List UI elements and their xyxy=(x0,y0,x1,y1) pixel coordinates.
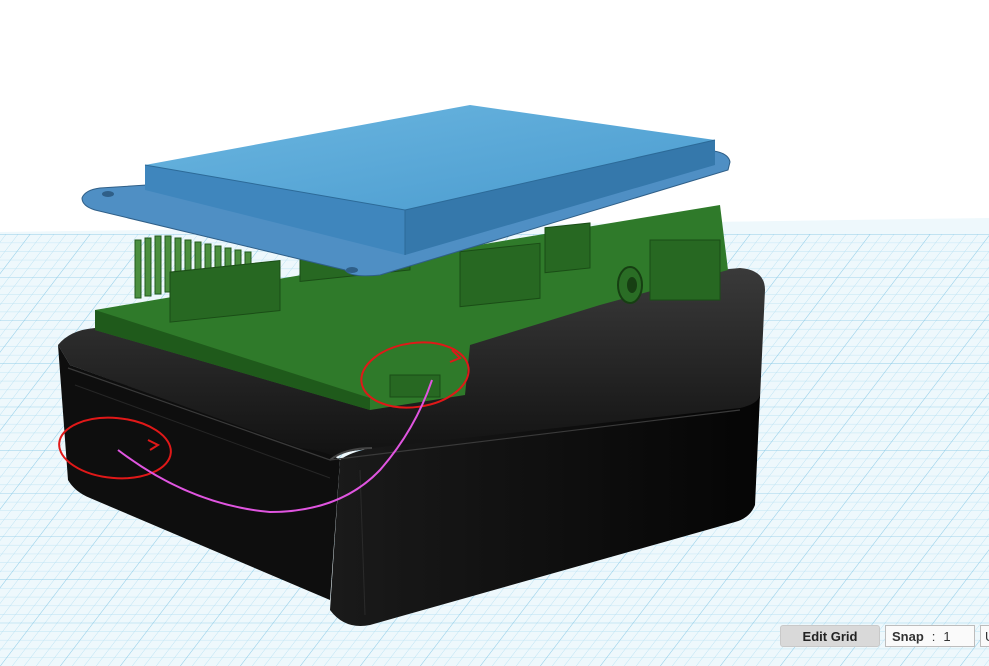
scene-canvas[interactable] xyxy=(0,0,989,666)
snap-label: Snap xyxy=(892,628,924,644)
grid-controls: Edit Grid Snap : 1 U xyxy=(780,625,989,647)
snap-value[interactable]: 1 xyxy=(943,629,950,644)
units-field[interactable]: U xyxy=(980,625,989,647)
edit-grid-button[interactable]: Edit Grid xyxy=(780,625,880,647)
3d-viewport[interactable] xyxy=(0,0,989,666)
snap-separator: : xyxy=(931,628,936,644)
snap-field[interactable]: Snap : 1 xyxy=(885,625,975,647)
